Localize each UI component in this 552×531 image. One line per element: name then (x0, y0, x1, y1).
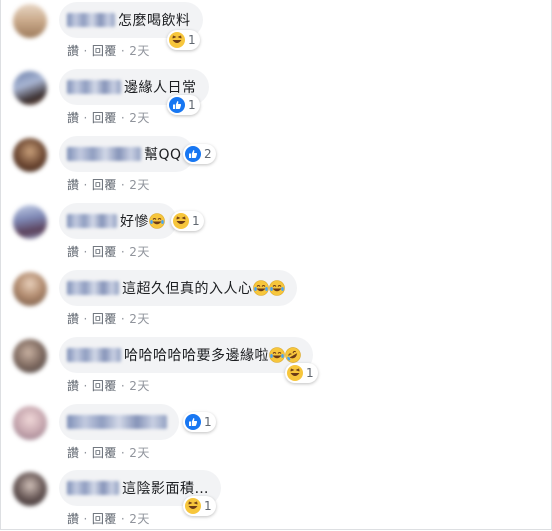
like-reaction-icon (185, 414, 201, 430)
comment-text: 怎麼喝飲料 (118, 13, 191, 29)
avatar[interactable] (13, 205, 47, 239)
comment-actions: 讚 · 回覆 · 2天 (67, 111, 150, 125)
like-reaction-icon (169, 97, 185, 113)
comment-text: 這超久但真的入人心 (122, 281, 253, 297)
timestamp[interactable]: 2天 (129, 111, 150, 125)
comment-actions: 讚 · 回覆 · 2天 (67, 446, 150, 460)
comment-text: 好慘 (120, 214, 149, 230)
like-link[interactable]: 讚 (67, 111, 80, 125)
reaction-count[interactable]: 1 (167, 95, 200, 115)
comment-actions: 讚 · 回覆 · 2天 (67, 178, 150, 192)
like-link[interactable]: 讚 (67, 379, 80, 393)
timestamp[interactable]: 2天 (129, 446, 150, 460)
avatar[interactable] (13, 71, 47, 105)
reply-link[interactable]: 回覆 (92, 44, 117, 58)
comment-item: 好慘 1 讚 · 回覆 · 2天 (1, 203, 551, 269)
author-name-blurred[interactable] (67, 80, 121, 94)
like-link[interactable]: 讚 (67, 178, 80, 192)
timestamp[interactable]: 2天 (129, 312, 150, 326)
reply-link[interactable]: 回覆 (92, 245, 117, 259)
timestamp[interactable]: 2天 (129, 44, 150, 58)
author-name-blurred[interactable] (67, 147, 141, 161)
comment-text: 幫QQ (144, 147, 182, 163)
reply-link[interactable]: 回覆 (92, 312, 117, 326)
reply-link[interactable]: 回覆 (92, 379, 117, 393)
comment-text: 這陰影面積… (122, 481, 209, 497)
haha-reaction-icon (169, 32, 185, 48)
reply-link[interactable]: 回覆 (92, 178, 117, 192)
like-reaction-icon (185, 146, 201, 162)
avatar[interactable] (13, 339, 47, 373)
reaction-count[interactable]: 1 (183, 412, 216, 432)
comment-actions: 讚 · 回覆 · 2天 (67, 312, 150, 326)
avatar[interactable] (13, 472, 47, 506)
comment-bubble (59, 404, 179, 440)
reply-link[interactable]: 回覆 (92, 111, 117, 125)
tears-of-joy-emoji-icon (252, 280, 269, 296)
rofl-emoji-icon (285, 347, 301, 363)
haha-reaction-icon (185, 498, 201, 514)
like-link[interactable]: 讚 (67, 245, 80, 259)
reaction-count[interactable]: 1 (285, 363, 318, 383)
tears-of-joy-emoji-icon (269, 347, 285, 363)
comment-item: 哈哈哈哈哈要多邊緣啦 1 讚 · 回覆 · 2天 (1, 337, 551, 403)
reaction-count[interactable]: 1 (167, 30, 200, 50)
reply-link[interactable]: 回覆 (92, 446, 117, 460)
haha-reaction-icon (287, 365, 303, 381)
timestamp[interactable]: 2天 (129, 178, 150, 192)
author-name-blurred[interactable] (67, 415, 167, 429)
comment-actions: 讚 · 回覆 · 2天 (67, 379, 150, 393)
comment-bubble: 好慘 (59, 203, 177, 239)
avatar[interactable] (13, 138, 47, 172)
comment-item: 怎麼喝飲料 1 讚 · 回覆 · 2天 (1, 2, 551, 68)
like-link[interactable]: 讚 (67, 312, 80, 326)
comment-item: 這超久但真的入人心 讚 · 回覆 · 2天 (1, 270, 551, 336)
comment-bubble: 幫QQ (59, 136, 194, 172)
author-name-blurred[interactable] (67, 214, 117, 228)
comment-item: 1 讚 · 回覆 · 2天 (1, 404, 551, 470)
comment-bubble: 哈哈哈哈哈要多邊緣啦 (59, 337, 313, 373)
haha-reaction-icon (173, 213, 189, 229)
reaction-count[interactable]: 1 (171, 211, 204, 231)
comment-text: 邊緣人日常 (124, 80, 197, 96)
comment-item: 邊緣人日常 1 讚 · 回覆 · 2天 (1, 69, 551, 135)
avatar[interactable] (13, 4, 47, 38)
avatar[interactable] (13, 272, 47, 306)
like-link[interactable]: 讚 (67, 512, 80, 526)
avatar[interactable] (13, 406, 47, 440)
author-name-blurred[interactable] (67, 481, 119, 495)
tears-of-joy-emoji-icon (268, 280, 285, 296)
comment-bubble: 這超久但真的入人心 (59, 270, 297, 306)
comment-item: 幫QQ 2 讚 · 回覆 · 2天 (1, 136, 551, 202)
author-name-blurred[interactable] (67, 13, 115, 27)
timestamp[interactable]: 2天 (129, 512, 150, 526)
author-name-blurred[interactable] (67, 281, 119, 295)
like-link[interactable]: 讚 (67, 44, 80, 58)
comment-text: 哈哈哈哈哈要多邊緣啦 (124, 348, 269, 364)
reply-link[interactable]: 回覆 (92, 512, 117, 526)
comment-actions: 讚 · 回覆 · 2天 (67, 245, 150, 259)
comment-actions: 讚 · 回覆 · 2天 (67, 44, 150, 58)
comment-item: 這陰影面積… 1 讚 · 回覆 · 2天 (1, 470, 551, 531)
reaction-count[interactable]: 1 (183, 496, 216, 516)
tears-of-joy-emoji-icon (149, 213, 165, 229)
comment-thread: 怎麼喝飲料 1 讚 · 回覆 · 2天 邊緣人日常 1 讚 · 回覆 · 2天 幫QQ (0, 0, 552, 530)
comment-actions: 讚 · 回覆 · 2天 (67, 512, 150, 526)
timestamp[interactable]: 2天 (129, 245, 150, 259)
timestamp[interactable]: 2天 (129, 379, 150, 393)
author-name-blurred[interactable] (67, 348, 121, 362)
reaction-count[interactable]: 2 (183, 144, 216, 164)
like-link[interactable]: 讚 (67, 446, 80, 460)
